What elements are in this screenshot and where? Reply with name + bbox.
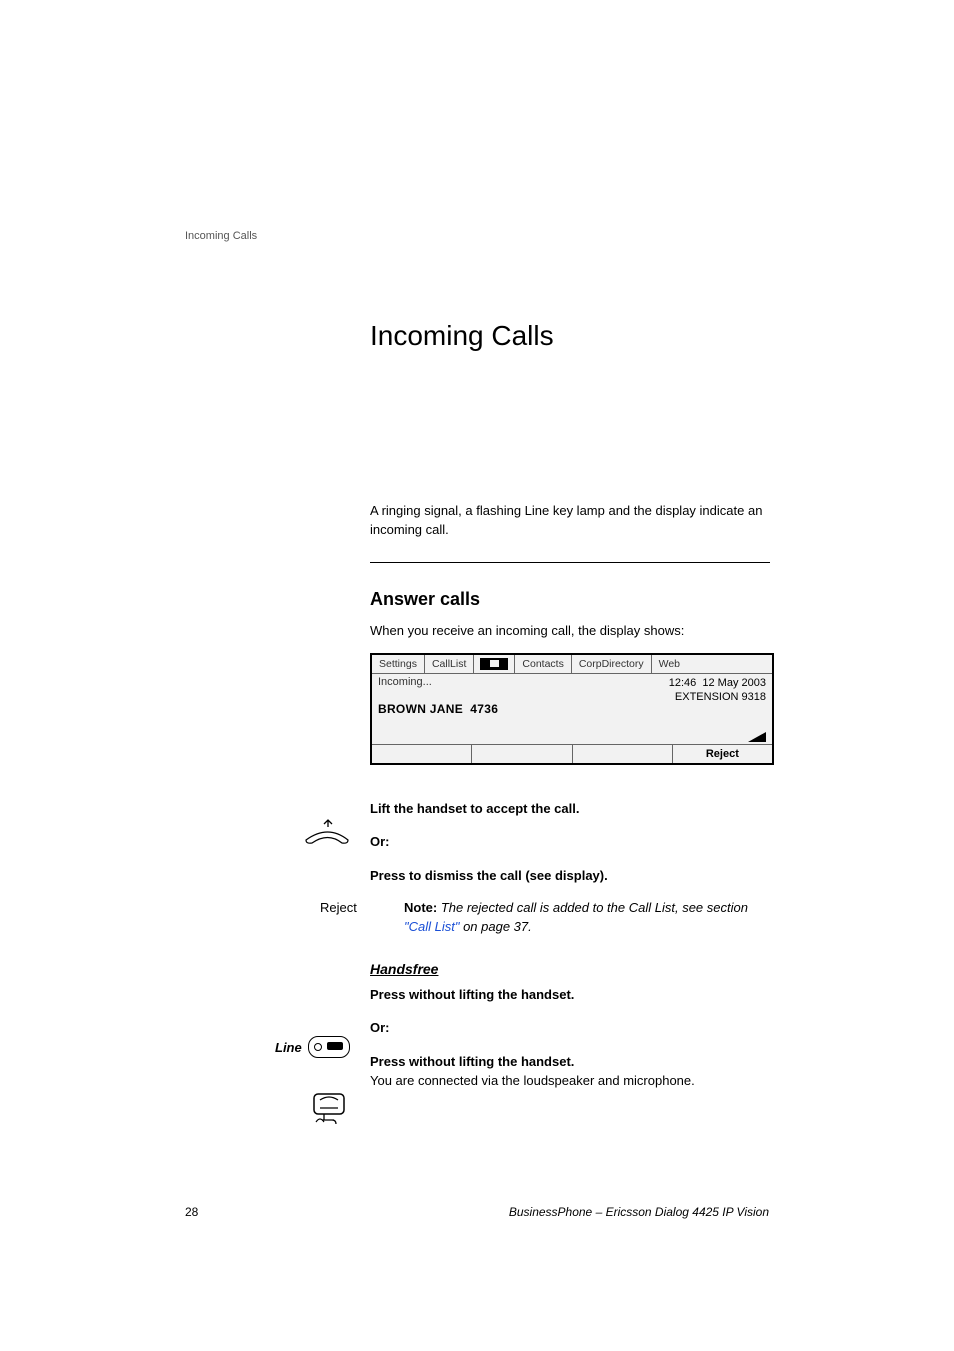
message-indicator-icon: [480, 658, 508, 670]
display-menu-row: Settings CallList Contacts CorpDirectory…: [372, 655, 772, 674]
display-right-info: 12:46 12 May 2003 EXTENSION 9318: [669, 676, 766, 705]
line-key-label: Line: [275, 1036, 350, 1058]
menu-calllist: CallList: [425, 658, 473, 670]
section-divider: [370, 562, 770, 563]
handsfree-heading: Handsfree: [370, 961, 770, 977]
note-link-calllist[interactable]: "Call List": [404, 919, 459, 934]
display-body: Incoming... 12:46 12 May 2003 EXTENSION …: [372, 674, 772, 744]
instr-press-speaker: Press without lifting the handset. You a…: [370, 1052, 770, 1091]
display-softkey-row: Reject: [372, 744, 772, 763]
instr-reject-text: Press to dismiss the call (see display).: [370, 868, 608, 883]
footer-product: BusinessPhone – Ericsson Dialog 4425 IP …: [509, 1205, 769, 1219]
instr-lift-handset: Lift the handset to accept the call.: [370, 799, 770, 819]
note-label: Note:: [404, 900, 437, 915]
note-tail: on page 37.: [459, 919, 531, 934]
line-label-text: Line: [275, 1040, 302, 1055]
handset-icon: [300, 818, 350, 851]
instr-lift-text: Lift the handset to accept the call.: [370, 801, 579, 816]
softkey-1: [372, 745, 472, 763]
instr-reject: Press to dismiss the call (see display).: [370, 866, 770, 886]
display-date: 12 May 2003: [702, 677, 766, 689]
or-label-1: Or:: [370, 834, 390, 849]
menu-settings: Settings: [372, 658, 424, 670]
display-intro-text: When you receive an incoming call, the d…: [370, 622, 770, 641]
phone-display: Settings CallList Contacts CorpDirectory…: [370, 653, 774, 765]
menu-contacts: Contacts: [515, 658, 570, 670]
loudspeaker-icon: [310, 1090, 350, 1131]
display-caller-name: BROWN JANE: [378, 702, 463, 716]
display-time: 12:46: [669, 677, 697, 689]
line-key-icon: [308, 1036, 350, 1058]
running-header: Incoming Calls: [185, 230, 257, 242]
instr-press-line-text: Press without lifting the handset.: [370, 987, 574, 1002]
instr-press-line: Press without lifting the handset.: [370, 985, 770, 1005]
instr-press-speaker-sub: You are connected via the loudspeaker an…: [370, 1073, 695, 1088]
softkey-2: [472, 745, 572, 763]
section-heading-answer: Answer calls: [370, 589, 770, 610]
menu-web: Web: [652, 658, 687, 670]
softkey-reject: Reject: [673, 745, 772, 763]
reject-gutter-label: Reject: [320, 900, 357, 915]
intro-paragraph: A ringing signal, a flashing Line key la…: [370, 502, 770, 540]
softkey-3: [573, 745, 673, 763]
note-block: Note: The rejected call is added to the …: [404, 899, 770, 937]
or-label-2: Or:: [370, 1020, 390, 1035]
main-content: Incoming Calls A ringing signal, a flash…: [370, 320, 770, 1105]
volume-icon: [748, 732, 766, 742]
display-caller-number: 4736: [470, 702, 498, 716]
page-number: 28: [185, 1205, 198, 1219]
menu-corpdirectory: CorpDirectory: [572, 658, 651, 670]
page-title: Incoming Calls: [370, 320, 770, 352]
display-extension: EXTENSION 9318: [675, 691, 766, 703]
instr-or-2: Or:: [370, 1018, 770, 1038]
note-body: The rejected call is added to the Call L…: [441, 900, 748, 915]
instr-or-1: Or:: [370, 832, 770, 852]
instr-press-speaker-text: Press without lifting the handset.: [370, 1054, 574, 1069]
